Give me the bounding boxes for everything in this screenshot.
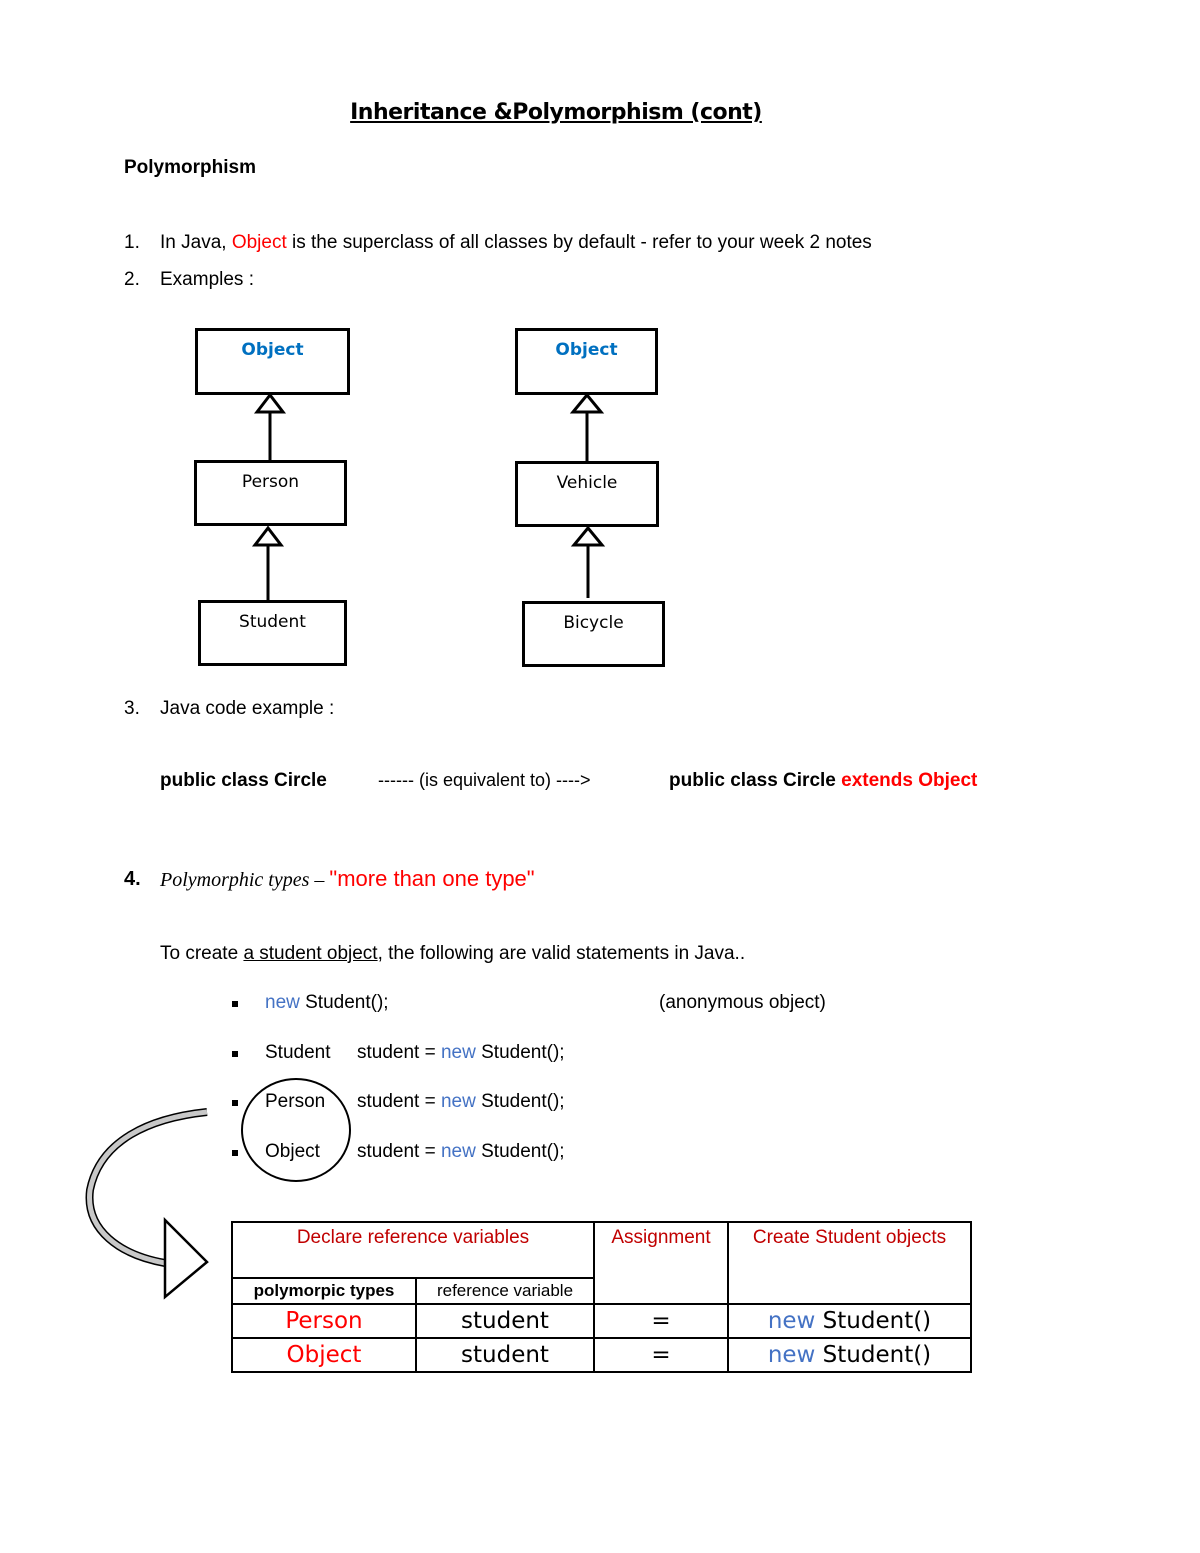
highlight-circle [241,1078,351,1182]
text: Student() [815,1342,932,1368]
polymorphism-table: Declare reference variables Assignment C… [231,1221,972,1373]
cell-assign: = [593,1337,729,1373]
cell-variable: student [415,1337,595,1373]
curved-arrow-shaft-fill [87,1109,208,1266]
subheader-types: polymorpic types [231,1277,417,1305]
header-declare: Declare reference variables [231,1221,595,1279]
cell-create: new Student() [727,1303,972,1339]
new-keyword: new [767,1308,816,1334]
cell-variable: student [415,1303,595,1339]
cell-type: Person [231,1303,417,1339]
new-keyword: new [767,1342,816,1368]
cell-create: new Student() [727,1337,972,1373]
header-assignment: Assignment [593,1221,729,1305]
table-row: Object student = new Student() [231,1337,972,1373]
text: Student() [815,1308,932,1334]
cell-type: Object [231,1337,417,1373]
curved-arrow-head [163,1216,209,1300]
cell-assign: = [593,1303,729,1339]
subheader-variable: reference variable [415,1277,595,1305]
header-create: Create Student objects [727,1221,972,1305]
table-row: Person student = new Student() [231,1303,972,1339]
